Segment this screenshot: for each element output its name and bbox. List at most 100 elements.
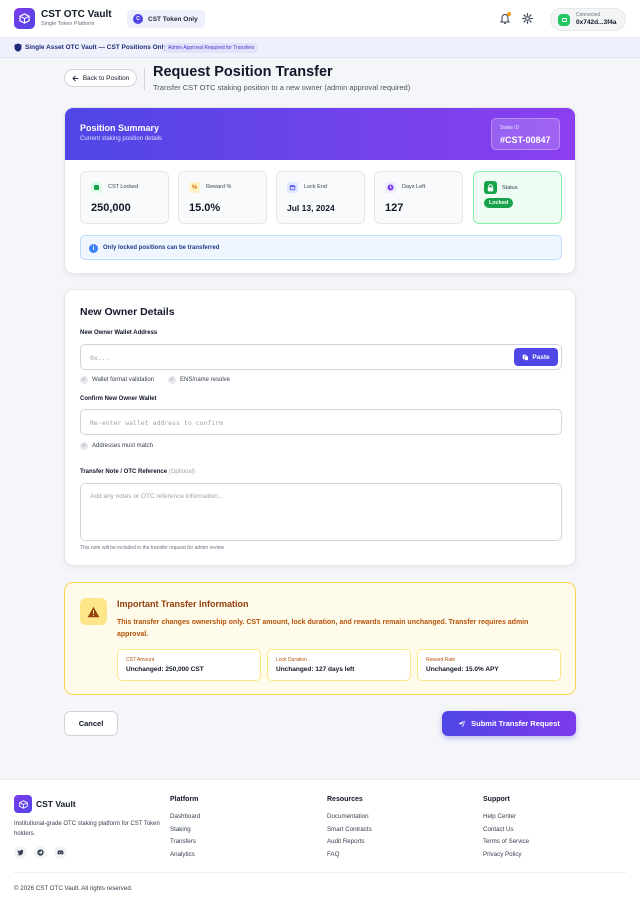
cancel-button[interactable]: Cancel: [64, 711, 118, 736]
paste-button[interactable]: Paste: [514, 348, 558, 366]
metric-days-left: Days Left 127: [374, 171, 463, 224]
metric-lock-end: Lock End Jul 13, 2024: [276, 171, 365, 224]
summary-header: Position Summary Current staking positio…: [65, 108, 575, 160]
status-label: Status: [502, 185, 518, 191]
warning-icon: [80, 598, 107, 625]
unchanged-amount-box: CST Amount Unchanged: 250,000 CST: [117, 649, 261, 681]
confirm-wallet-input[interactable]: Re-enter wallet address to confirm: [80, 409, 562, 435]
position-summary-card: Position Summary Current staking positio…: [64, 107, 576, 274]
metric-status: Status Locked: [473, 171, 562, 224]
twitter-icon[interactable]: [14, 846, 27, 859]
box-label: Lock Duration: [276, 657, 307, 663]
important-transfer-info: Important Transfer Information This tran…: [64, 582, 576, 695]
metric-label: Lock End: [304, 184, 327, 190]
footer-link[interactable]: Analytics: [170, 851, 195, 858]
footer-col-support: Support: [483, 796, 510, 803]
wallet-address-label: New Owner Wallet Address: [80, 330, 158, 336]
footer-brand: CST Vault: [36, 799, 76, 809]
stake-id-box: Stake ID #CST-00847: [491, 118, 560, 150]
notification-dot: [507, 12, 511, 16]
check-label: Wallet format validation: [92, 377, 155, 383]
footer-link[interactable]: Contact Us: [483, 826, 514, 833]
confirm-wallet-label: Confirm New Owner Wallet: [80, 396, 157, 402]
brand-subtitle: Single Token Platform: [41, 21, 95, 27]
footer-logo-icon: [14, 795, 32, 813]
wallet-input-placeholder: 0x...: [90, 354, 110, 362]
box-value: Unchanged: 250,000 CST: [126, 666, 204, 673]
clipboard-icon: [523, 354, 529, 361]
telegram-icon[interactable]: [34, 846, 47, 859]
stake-id-value: #CST-00847: [500, 135, 551, 145]
check-icon: ✓: [80, 376, 88, 384]
wallet-status-label: Connected: [576, 12, 601, 18]
stake-id-label: Stake ID: [500, 125, 520, 131]
wallet-address: 0x742d...3f4a: [576, 19, 617, 26]
optional-tag: (Optional): [168, 469, 196, 475]
summary-subtitle: Current staking position details: [80, 136, 163, 142]
notice-text: Single Asset OTC Vault — CST Positions O…: [25, 44, 168, 51]
unchanged-reward-box: Reward Rate Unchanged: 15.0% APY: [417, 649, 561, 681]
footer-link[interactable]: Terms of Service: [483, 838, 529, 845]
section-title: New Owner Details: [80, 306, 175, 318]
page-subtitle: Transfer CST OTC staking position to a n…: [153, 83, 411, 92]
arrow-left-icon: [72, 75, 79, 81]
footer-link[interactable]: Staking: [170, 826, 191, 833]
footer-link[interactable]: Privacy Policy: [483, 851, 522, 858]
new-owner-wallet-input[interactable]: 0x... Paste: [80, 344, 562, 370]
lock-icon: [484, 181, 497, 194]
token-filter-pill[interactable]: C CST Token Only: [127, 10, 205, 28]
footer-link[interactable]: Dashboard: [170, 813, 200, 820]
vault-notice-bar: Single Asset OTC Vault — CST Positions O…: [0, 38, 640, 58]
transfer-eligibility-info: i Only locked positions can be transferr…: [80, 235, 562, 260]
percent-icon: %: [189, 182, 200, 193]
note-label-text: Transfer Note / OTC Reference: [80, 469, 168, 475]
footer-link[interactable]: Help Center: [483, 813, 516, 820]
metric-label: CST Locked: [108, 184, 139, 190]
page-footer: CST Vault Institutional-grade OTC stakin…: [0, 779, 640, 913]
ens-resolve-check: ✓ ENS/name resolve: [168, 376, 230, 384]
footer-link[interactable]: Transfers: [170, 838, 196, 845]
metric-value: 127: [385, 202, 404, 214]
metric-value: Jul 13, 2024: [287, 203, 335, 213]
brand-name[interactable]: CST OTC Vault: [41, 9, 112, 20]
calendar-icon: [287, 182, 298, 193]
metric-reward-percent: % Reward % 15.0%: [178, 171, 267, 224]
metric-label: Reward %: [206, 184, 232, 190]
info-icon: i: [89, 244, 98, 253]
send-icon: [458, 720, 466, 727]
settings-gear-icon[interactable]: [522, 13, 533, 24]
footer-link[interactable]: Audit Reports: [327, 838, 365, 845]
back-button-label: Back to Position: [82, 74, 130, 82]
token-pill-label: CST Token Only: [148, 15, 198, 23]
check-label: ENS/name resolve: [180, 377, 231, 383]
info-text: Only locked positions can be transferred: [103, 245, 220, 251]
submit-transfer-button[interactable]: Submit Transfer Request: [442, 711, 576, 736]
clock-icon: [385, 182, 396, 193]
submit-label: Submit Transfer Request: [471, 719, 560, 728]
important-text: This transfer changes ownership only. CS…: [117, 619, 529, 638]
top-header: CST OTC Vault Single Token Platform C CS…: [0, 0, 640, 38]
box-value: Unchanged: 127 days left: [276, 666, 355, 673]
check-label: Addresses must match: [92, 443, 154, 449]
check-icon: ✓: [168, 376, 176, 384]
important-title: Important Transfer Information: [117, 599, 249, 609]
new-owner-details-card: New Owner Details New Owner Wallet Addre…: [64, 289, 576, 566]
transfer-note-textarea[interactable]: Add any notes or OTC reference informati…: [80, 483, 562, 541]
vault-logo-icon[interactable]: [14, 8, 35, 29]
transfer-note-label: Transfer Note / OTC Reference (Optional): [80, 469, 195, 475]
note-placeholder: Add any notes or OTC reference informati…: [90, 493, 224, 500]
discord-icon[interactable]: [54, 846, 67, 859]
footer-link[interactable]: FAQ: [327, 851, 339, 858]
footer-link[interactable]: Smart Contracts: [327, 826, 372, 833]
footer-link[interactable]: Documentation: [327, 813, 369, 820]
footer-description: Institutional-grade OTC staking platform…: [14, 821, 160, 837]
metric-cst-locked: CST Locked 250,000: [80, 171, 169, 224]
metric-label: Days Left: [402, 184, 426, 190]
cst-token-icon: C: [133, 14, 143, 24]
summary-title: Position Summary: [80, 123, 160, 133]
back-to-position-button[interactable]: Back to Position: [64, 69, 137, 87]
metric-value: 15.0%: [189, 202, 221, 214]
connected-wallet-button[interactable]: Connected 0x742d...3f4a: [550, 8, 626, 31]
footer-col-platform: Platform: [170, 796, 199, 803]
addresses-match-check: ✓ Addresses must match: [80, 442, 153, 450]
